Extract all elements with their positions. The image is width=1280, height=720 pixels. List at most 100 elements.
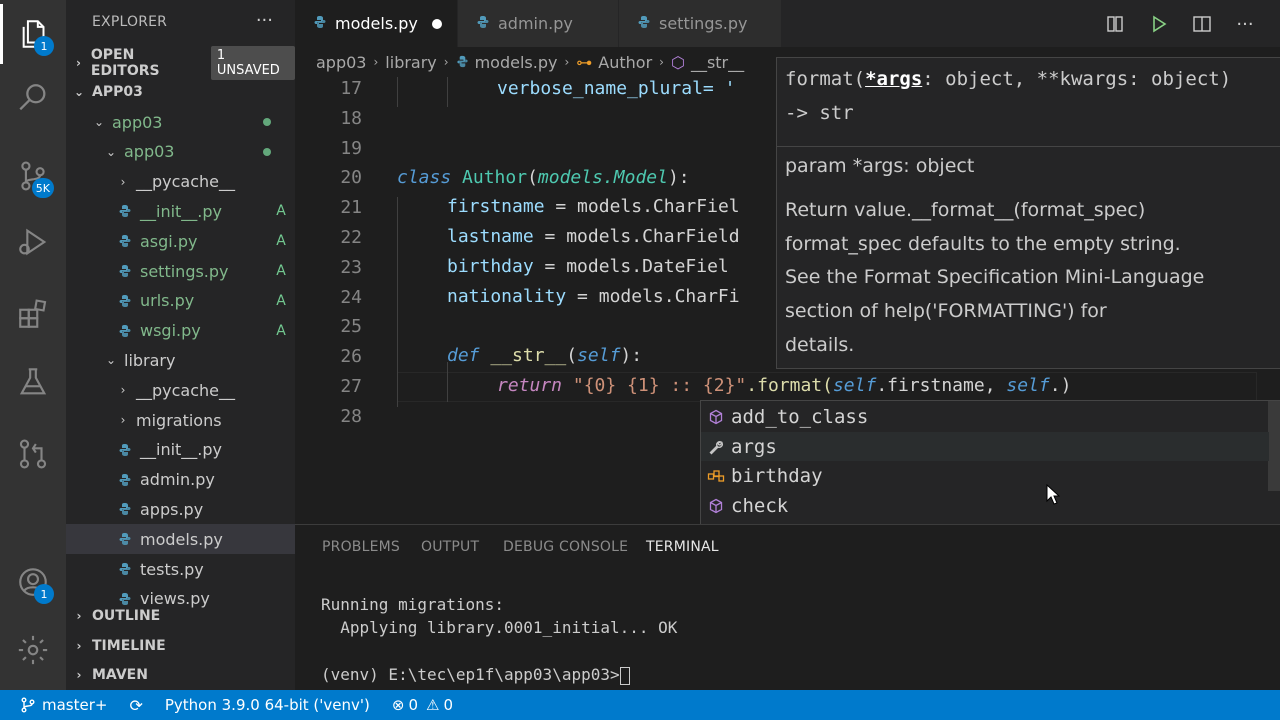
tab-settings-py[interactable]: settings.py [619,0,781,47]
more-actions-icon[interactable]: ··· [256,10,273,31]
suggestions-scrollbar[interactable] [1268,401,1280,491]
branch-name: master+ [42,696,108,714]
terminal-prompt[interactable]: (venv) E:\tec\ep1f\app03\app03> [321,665,630,685]
python-interpreter[interactable]: Python 3.9.0 64-bit ('venv') [165,696,370,714]
breadcrumb-item[interactable]: library [385,53,436,72]
code-line-27: return "{0} {1} :: {2}".format(self.firs… [497,371,1071,401]
git-status-added: A [276,263,286,279]
code-line-23: birthday = models.DateFiel [447,252,729,282]
tree-file[interactable]: __init__.py [66,435,295,465]
run-debug-icon [19,228,47,256]
tab-models-py[interactable]: models.py [295,0,457,47]
tree-file[interactable]: admin.py [66,465,295,495]
tree-item-label: __init__.py [140,201,223,221]
chevron-down-icon: ⌄ [73,85,85,99]
chevron-down-icon: ⌄ [105,144,117,159]
testing-activity[interactable] [0,352,66,412]
signature-return: -> str [785,102,854,124]
indent-guide [447,77,448,107]
suggestion-item[interactable]: birthday [701,461,1269,491]
field-token: firstname [447,196,545,217]
line-number: 19 [340,137,362,159]
code-token: = models.CharFi [566,286,740,307]
tree-item-label: urls.py [140,291,195,311]
timeline-label: TIMELINE [92,638,166,654]
git-status-added: A [276,292,286,309]
tab-problems[interactable]: PROBLEMS [322,539,400,555]
terminal-cursor [619,666,630,685]
sync-button[interactable]: ⟳ [129,696,142,715]
tree-file[interactable]: apps.py [66,494,295,524]
maven-section[interactable]: › MAVEN [66,660,295,690]
chevron-right-icon: › [120,413,126,427]
wrench-icon [701,439,731,455]
problems-indicator[interactable]: ⊗ 0 ⚠ 0 [392,696,453,714]
tree-file[interactable]: tests.py [66,554,295,584]
tree-file[interactable]: models.py [66,524,295,555]
code-token: = models.CharField [533,226,740,247]
search-activity[interactable] [0,68,66,128]
tree-file[interactable]: urls.py A [66,286,295,316]
branch-indicator[interactable]: master+ [20,696,107,714]
line-number: 26 [340,346,362,368]
breadcrumb-item[interactable]: __str__ [691,53,744,72]
explorer-activity[interactable]: 1 [0,4,66,64]
more-editor-actions-button[interactable]: ··· [1233,12,1257,36]
doc-line: details. [785,334,855,356]
run-debug-activity[interactable] [0,212,66,272]
chevron-right-icon: › [76,609,82,623]
tree-folder[interactable]: ⌄ library [66,345,295,375]
python-file-icon [114,294,136,308]
tree-folder[interactable]: ⌄ app03 [66,137,295,167]
timeline-section[interactable]: › TIMELINE [66,631,295,661]
unsaved-dot-icon[interactable] [431,18,442,29]
breadcrumb-item[interactable]: app03 [316,53,366,72]
tab-terminal[interactable]: TERMINAL [646,539,719,555]
open-editors-section[interactable]: › OPEN EDITORS 1 UNSAVED [66,46,295,80]
accounts-badge: 1 [34,584,54,604]
explorer-badge: 1 [34,36,54,56]
method-symbol-icon [701,498,731,514]
self-token: self [832,375,877,396]
accounts-activity[interactable]: 1 [0,552,66,612]
tree-file[interactable]: asgi.py A [66,226,295,256]
suggestion-item[interactable]: check [701,491,1269,521]
source-control-activity[interactable]: 5K [0,146,66,206]
chevron-right-icon: › [120,383,126,398]
workspace-root[interactable]: ⌄ APP03 [66,77,295,107]
tab-debug-console[interactable]: DEBUG CONSOLE [503,539,628,555]
tree-item-label: library [124,350,176,370]
modified-dot-icon [263,147,271,156]
pull-requests-activity[interactable] [0,424,66,484]
chevron-right-icon: › [373,55,379,69]
tree-folder[interactable]: › migrations [66,405,295,435]
outline-section[interactable]: › OUTLINE [66,601,295,631]
chevron-right-icon: › [76,639,82,653]
tree-folder[interactable]: ⌄ app03 [66,107,295,137]
terminal-line: (venv) E:\tec\ep1f\app03\app03> [321,665,620,684]
tree-file[interactable]: __init__.py A [66,196,295,226]
indent-guide [397,197,398,407]
suggestion-item[interactable]: add_to_class [701,402,1269,432]
run-python-button[interactable] [1147,12,1171,36]
indent-guide [397,77,398,107]
doc-line: See the Format Specification Mini-Langua… [785,266,1205,288]
status-bar: master+ ⟳ Python 3.9.0 64-bit ('venv') ⊗… [0,690,1280,720]
code-line-24: nationality = models.CharFi [447,282,740,312]
breadcrumb-item[interactable]: Author [598,53,652,72]
breadcrumb-item[interactable]: models.py [475,53,558,72]
python-file-icon [114,443,136,457]
split-editor-button[interactable] [1190,12,1214,36]
extensions-activity[interactable] [0,284,66,344]
suggestion-label: args [731,435,777,458]
tree-file[interactable]: settings.py A [66,256,295,286]
open-changes-button[interactable] [1103,12,1127,36]
tree-folder[interactable]: › __pycache__ [66,167,295,197]
tree-file[interactable]: wsgi.py A [66,316,295,346]
tab-admin-py[interactable]: admin.py [458,0,618,47]
tree-folder[interactable]: › __pycache__ [66,375,295,405]
suggestion-item[interactable]: args [701,431,1269,462]
manage-activity[interactable] [0,620,66,680]
tree-item-label: admin.py [140,470,215,490]
tab-output[interactable]: OUTPUT [421,539,479,555]
